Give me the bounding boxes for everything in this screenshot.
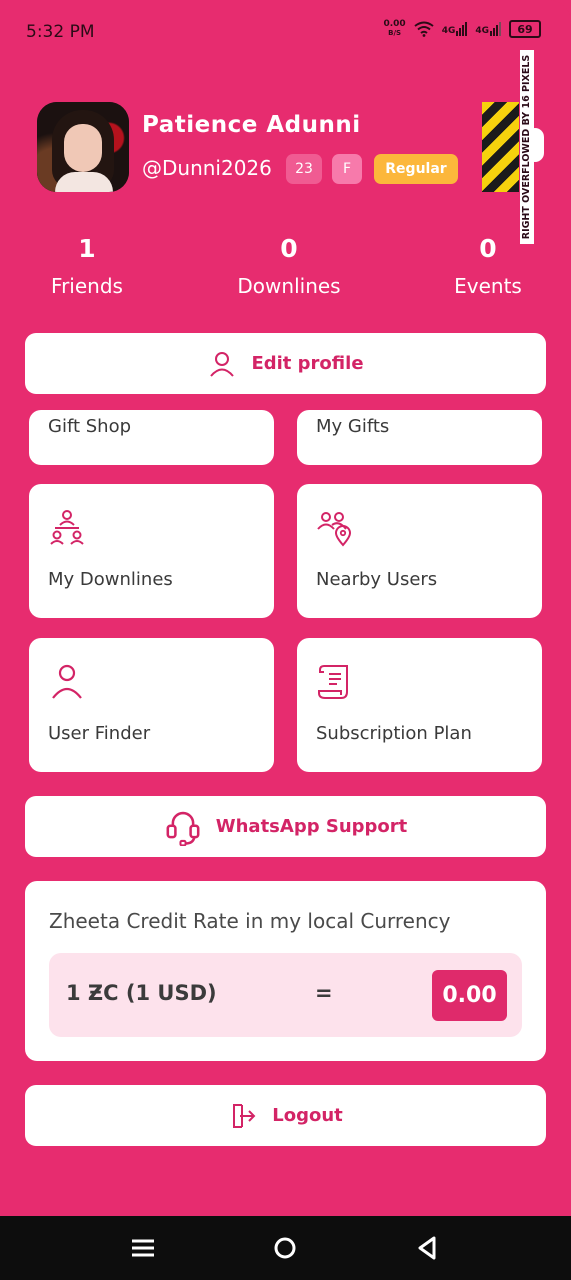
credit-rate-value: 0.00	[432, 970, 507, 1021]
credit-rate-equals: =	[315, 981, 333, 1005]
whatsapp-support-button[interactable]: WhatsApp Support	[25, 796, 546, 857]
user-icon	[52, 664, 82, 699]
wifi-icon	[414, 21, 434, 37]
tile-my-gifts-label: My Gifts	[316, 416, 390, 437]
stat-friends-label: Friends	[51, 274, 123, 298]
net-speed-unit: B/S	[388, 29, 402, 37]
logout-button[interactable]: Logout	[25, 1085, 546, 1146]
tile-user-finder[interactable]: User Finder	[29, 638, 274, 772]
profile-handle: @Dunni2026	[142, 156, 272, 180]
edit-profile-button[interactable]: Edit profile	[25, 333, 546, 394]
signal-label-2: 4G	[475, 26, 489, 36]
stat-downlines-value: 0	[280, 234, 298, 263]
stat-downlines[interactable]: 0 Downlines	[219, 234, 359, 298]
users-location-icon	[317, 512, 352, 547]
tile-my-downlines[interactable]: My Downlines	[29, 484, 274, 618]
avatar[interactable]	[37, 102, 129, 192]
status-time: 5:32 PM	[26, 22, 95, 42]
tile-my-downlines-label: My Downlines	[48, 569, 173, 590]
stat-friends[interactable]: 1 Friends	[17, 234, 157, 298]
tier-badge: Regular	[374, 154, 458, 184]
signal-label: 4G	[441, 26, 456, 36]
receipt-icon	[318, 665, 348, 699]
signal-icon: 4G	[442, 22, 468, 36]
age-badge: 23	[286, 154, 322, 184]
headset-icon	[166, 811, 200, 846]
profile-name: Patience Adunni	[142, 112, 361, 138]
battery-level: 69	[517, 22, 533, 36]
net-speed-value: 0.00	[383, 19, 406, 29]
overflow-warning-stripe	[482, 102, 519, 192]
tile-subscription-plan-label: Subscription Plan	[316, 723, 472, 744]
stat-events-value: 0	[479, 234, 497, 263]
tile-my-gifts[interactable]: My Gifts	[297, 410, 542, 465]
credit-rate-card: Zheeta Credit Rate in my local Currency …	[25, 881, 546, 1061]
logout-icon	[233, 1103, 256, 1128]
credit-rate-title: Zheeta Credit Rate in my local Currency	[49, 909, 451, 933]
back-icon[interactable]	[410, 1233, 444, 1263]
credit-rate-unit: 1 ƵC (1 USD)	[66, 981, 217, 1005]
tile-nearby-users-label: Nearby Users	[316, 569, 438, 590]
overflow-warning-text: RIGHT OVERFLOWED BY 16 PIXELS	[521, 54, 532, 240]
signal-icon-2: 4G	[475, 22, 501, 36]
stat-events[interactable]: 0 Events	[418, 234, 558, 298]
recents-icon[interactable]	[126, 1233, 160, 1263]
status-bar: 5:32 PM 0.00 B/S 4G 4G 69	[26, 18, 541, 46]
battery-icon: 69	[509, 20, 541, 38]
tile-user-finder-label: User Finder	[48, 723, 151, 744]
tile-nearby-users[interactable]: Nearby Users	[297, 484, 542, 618]
user-icon	[210, 351, 235, 377]
overflow-warning-label: RIGHT OVERFLOWED BY 16 PIXELS	[520, 50, 534, 244]
hierarchy-icon	[50, 510, 84, 545]
logout-label: Logout	[272, 1105, 343, 1126]
credit-rate-box: 1 ƵC (1 USD) = 0.00	[49, 953, 522, 1037]
stat-events-label: Events	[454, 274, 522, 298]
status-icons: 0.00 B/S 4G 4G 69	[383, 20, 541, 38]
tile-gift-shop-label: Gift Shop	[48, 416, 132, 437]
tile-subscription-plan[interactable]: Subscription Plan	[297, 638, 542, 772]
tile-gift-shop[interactable]: Gift Shop	[29, 410, 274, 465]
stat-downlines-label: Downlines	[237, 274, 341, 298]
gender-badge: F	[332, 154, 362, 184]
system-nav-bar	[0, 1216, 571, 1280]
app-screen: 5:32 PM 0.00 B/S 4G 4G 69 Patience Adunn…	[0, 0, 571, 1216]
edit-profile-label: Edit profile	[251, 353, 364, 374]
net-speed: 0.00 B/S	[383, 20, 405, 38]
home-icon[interactable]	[268, 1233, 302, 1263]
stat-friends-value: 1	[78, 234, 96, 263]
whatsapp-support-label: WhatsApp Support	[215, 816, 408, 837]
